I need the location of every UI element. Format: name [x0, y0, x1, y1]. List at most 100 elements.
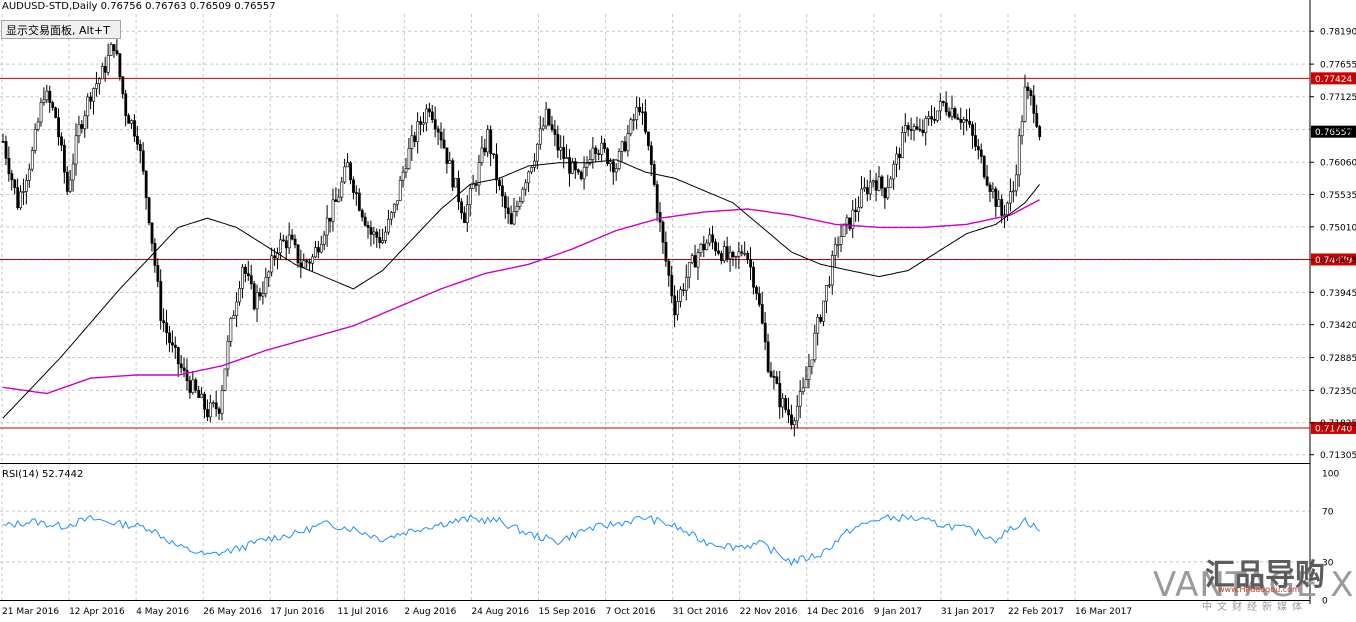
- candle-body: [1020, 121, 1024, 137]
- candle-body: [1000, 199, 1004, 216]
- candle-body: [7, 158, 11, 174]
- candle-body: [314, 247, 317, 258]
- candle-body: [235, 301, 239, 316]
- candle-body: [822, 300, 826, 322]
- candle-body: [775, 376, 779, 384]
- candle-body: [930, 116, 934, 120]
- candle-body: [106, 55, 110, 73]
- candle-body: [632, 119, 636, 121]
- candle-body: [617, 151, 621, 169]
- candle-body: [641, 111, 644, 114]
- candle-body: [171, 342, 174, 346]
- candle-body: [492, 153, 496, 155]
- candle-body: [971, 124, 974, 136]
- candle-body: [614, 168, 618, 173]
- y-tick-label: 0.78190: [1320, 28, 1356, 38]
- candle-body: [1035, 113, 1039, 127]
- candle-body: [451, 160, 455, 188]
- candle-body: [763, 322, 767, 343]
- candle-body: [562, 147, 566, 159]
- candle-body: [956, 117, 960, 120]
- candle-body: [944, 102, 948, 113]
- candle-body: [1023, 86, 1027, 122]
- y-tick-label: 0.72885: [1320, 354, 1356, 364]
- candle-body: [679, 289, 682, 302]
- trade-panel-button[interactable]: 显示交易面板, Alt+T: [1, 20, 121, 39]
- chart-grid: [0, 14, 1310, 600]
- candle-body: [968, 120, 972, 125]
- candle-body: [994, 188, 998, 207]
- candle-body: [798, 391, 802, 407]
- candle-body: [883, 187, 887, 199]
- candle-body: [284, 240, 288, 249]
- candle-body: [530, 166, 534, 173]
- candle-body: [571, 161, 574, 174]
- x-tick-label: 2 Aug 2016: [404, 607, 456, 617]
- candle-body: [565, 157, 569, 159]
- candle-body: [147, 197, 151, 224]
- candle-body: [422, 122, 425, 125]
- candle-body: [206, 409, 209, 418]
- candle-body: [162, 320, 166, 324]
- candle-body: [30, 150, 34, 170]
- candle-body: [261, 293, 265, 297]
- candle-body: [576, 169, 580, 173]
- candle-body: [457, 177, 461, 203]
- candle-body: [521, 188, 525, 202]
- candle-body: [410, 135, 414, 149]
- candle-body: [658, 212, 662, 223]
- candle-body: [200, 393, 204, 398]
- candle-body: [538, 128, 542, 145]
- candle-body: [629, 119, 633, 135]
- candle-body: [480, 147, 484, 163]
- symbol-header: AUDUSD-STD,Daily 0.76756 0.76763 0.76509…: [2, 1, 276, 12]
- candle-body: [611, 161, 615, 173]
- candle-body: [4, 141, 8, 159]
- candle-body: [305, 260, 309, 263]
- x-tick-label: 16 Mar 2017: [1075, 607, 1132, 617]
- candle-body: [664, 242, 668, 262]
- candle-body: [296, 244, 300, 264]
- candle-body: [568, 157, 571, 174]
- candle-body: [136, 135, 139, 145]
- candle-body: [346, 162, 350, 168]
- candle-body: [112, 44, 116, 51]
- candle-body: [322, 234, 326, 245]
- y-tick-label: 0.75010: [1320, 223, 1356, 233]
- y-tick-label: 0.72350: [1320, 387, 1356, 397]
- candle-body: [903, 125, 907, 133]
- candle-body: [33, 128, 37, 151]
- candle-body: [16, 187, 20, 209]
- price-chart[interactable]: 0.774240.744790.717400.76557 0.781900.77…: [0, 0, 1356, 622]
- candle-body: [825, 285, 828, 302]
- candle-body: [287, 234, 291, 249]
- candle-body: [1012, 190, 1015, 193]
- candle-body: [889, 178, 893, 188]
- candle-body: [352, 179, 355, 193]
- rsi-indicator: [2, 513, 1040, 567]
- candle-body: [979, 149, 983, 157]
- candle-body: [220, 390, 224, 414]
- candle-body: [854, 209, 858, 213]
- candle-body: [366, 225, 370, 228]
- candle-body: [255, 292, 259, 310]
- candle-body: [384, 231, 388, 241]
- x-tick-label: 15 Sep 2016: [539, 607, 596, 617]
- candle-body: [912, 126, 916, 131]
- candle-body: [714, 241, 717, 252]
- chart-frame: [0, 0, 1311, 604]
- candle-body: [51, 102, 55, 109]
- candle-body: [711, 234, 715, 243]
- candle-body: [1026, 86, 1030, 91]
- candle-body: [939, 101, 942, 112]
- candle-body: [728, 251, 732, 259]
- candle-body: [550, 124, 554, 130]
- candle-body: [749, 259, 753, 268]
- candle-body: [585, 163, 589, 168]
- candle-body: [319, 243, 323, 253]
- candle-body: [226, 341, 230, 370]
- x-tick-label: 7 Oct 2016: [606, 607, 656, 617]
- candle-body: [267, 271, 271, 278]
- candle-body: [413, 135, 417, 143]
- candle-body: [687, 262, 691, 278]
